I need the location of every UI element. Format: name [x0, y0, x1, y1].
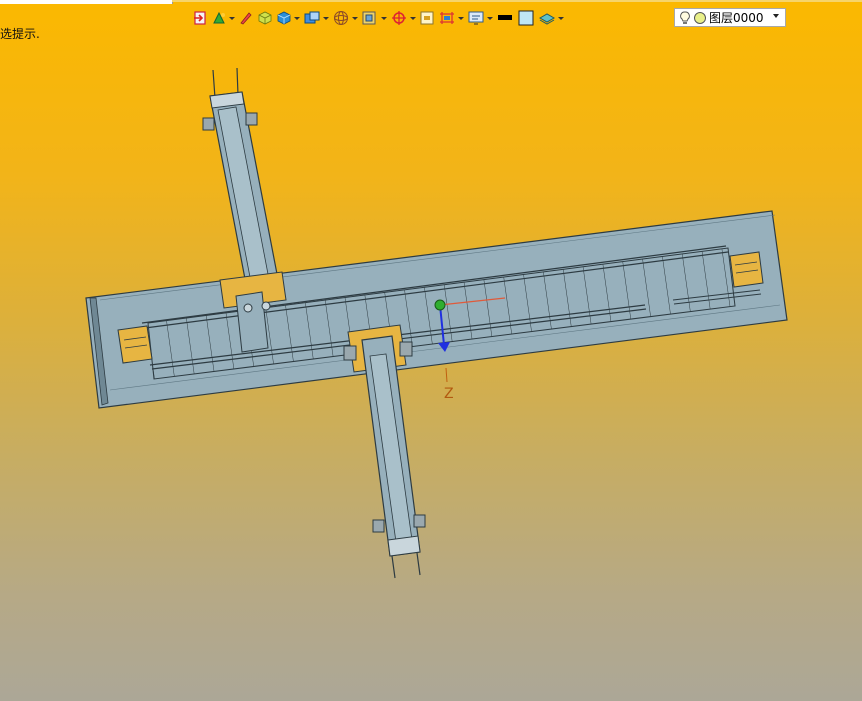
- z-axis-label: Z: [444, 386, 454, 402]
- horizontal-beam[interactable]: [85, 210, 788, 409]
- 3d-viewport[interactable]: Z: [0, 0, 862, 701]
